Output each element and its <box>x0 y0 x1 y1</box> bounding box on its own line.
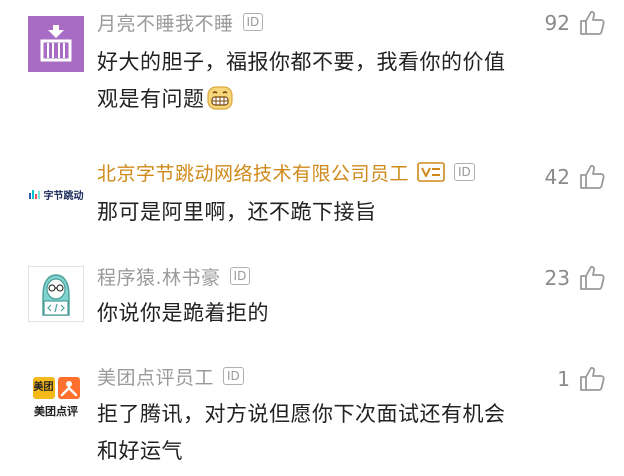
username[interactable]: 月亮不睡我不睡 <box>97 9 234 36</box>
avatar[interactable] <box>28 266 84 322</box>
content-line: 和好运气 <box>97 439 183 463</box>
avatar-caption: 美团点评 <box>34 405 78 418</box>
like-count: 23 <box>544 266 570 290</box>
verified-v-icon <box>417 162 445 182</box>
username-row: 程序猿.林书豪 ID <box>97 263 251 290</box>
like-button[interactable]: 23 <box>545 263 606 293</box>
like-button[interactable]: 1 <box>557 364 606 394</box>
avatar-text: 美团 <box>32 377 55 399</box>
thumbs-up-icon <box>580 266 605 290</box>
content-line-wrap: 观是有问题 <box>97 81 567 123</box>
like-count: 92 <box>544 11 570 35</box>
id-badge: ID <box>229 267 251 285</box>
username-row: 美团点评员工 ID <box>97 363 244 389</box>
comment-content: 好大的胆子，福报你都不要，我看你的价值 观是有问题 <box>97 44 567 123</box>
id-badge: ID <box>454 163 475 181</box>
username[interactable]: 程序猿.林书豪 <box>97 263 221 290</box>
anchor-crate-icon <box>28 16 84 72</box>
meituan-logo-icon: 美团 <box>32 377 80 399</box>
programmer-avatar-icon <box>29 267 83 321</box>
grinning-face-icon <box>206 85 233 123</box>
content-line: 观是有问题 <box>97 87 205 111</box>
username[interactable]: 美团点评员工 <box>97 363 214 390</box>
id-badge: ID <box>223 367 244 385</box>
username-row: 北京字节跳动网络技术有限公司员工 ID <box>97 159 475 185</box>
comment-content: 你说你是跪着拒的 <box>97 295 567 332</box>
username[interactable]: 北京字节跳动网络技术有限公司员工 <box>97 159 409 186</box>
avatar-text: 字节跳动 <box>43 190 84 202</box>
comment-item: 字节跳动 北京字节跳动网络技术有限公司员工 ID 42 那可是阿里啊，还不跪下接… <box>0 150 624 250</box>
like-count: 1 <box>557 367 570 391</box>
comment-content: 拒了腾讯，对方说但愿你下次面试还有机会 和好运气 <box>97 396 567 470</box>
thumbs-up-icon <box>580 11 605 35</box>
like-button[interactable]: 92 <box>545 8 606 38</box>
username-row: 月亮不睡我不睡 ID <box>97 9 264 36</box>
avatar[interactable]: 美团 美团点评 <box>28 370 84 426</box>
comment-item: 美团 美团点评 美团点评员工 ID 1 拒了腾讯，对方说但愿你下次面试还有机会 … <box>0 352 624 476</box>
thumbs-up-icon <box>580 367 605 391</box>
bytedance-logo-icon: 字节跳动 <box>28 187 84 202</box>
content-line: 你说你是跪着拒的 <box>97 301 269 325</box>
comment-item: 程序猿.林书豪 ID 23 你说你是跪着拒的 <box>0 250 624 350</box>
id-badge: ID <box>242 13 264 31</box>
like-button[interactable]: 42 <box>545 162 606 192</box>
content-line: 那可是阿里啊，还不跪下接旨 <box>97 200 377 224</box>
avatar[interactable]: 字节跳动 <box>28 166 84 222</box>
comment-item: 月亮不睡我不睡 ID 92 好大的胆子，福报你都不要，我看你的价值 观是有问题 <box>0 0 624 138</box>
thumbs-up-icon <box>580 165 605 189</box>
avatar[interactable] <box>28 16 84 72</box>
content-line: 好大的胆子，福报你都不要，我看你的价值 <box>97 50 506 74</box>
like-count: 42 <box>544 165 570 189</box>
content-line: 拒了腾讯，对方说但愿你下次面试还有机会 <box>97 402 506 426</box>
comment-content: 那可是阿里啊，还不跪下接旨 <box>97 194 567 231</box>
